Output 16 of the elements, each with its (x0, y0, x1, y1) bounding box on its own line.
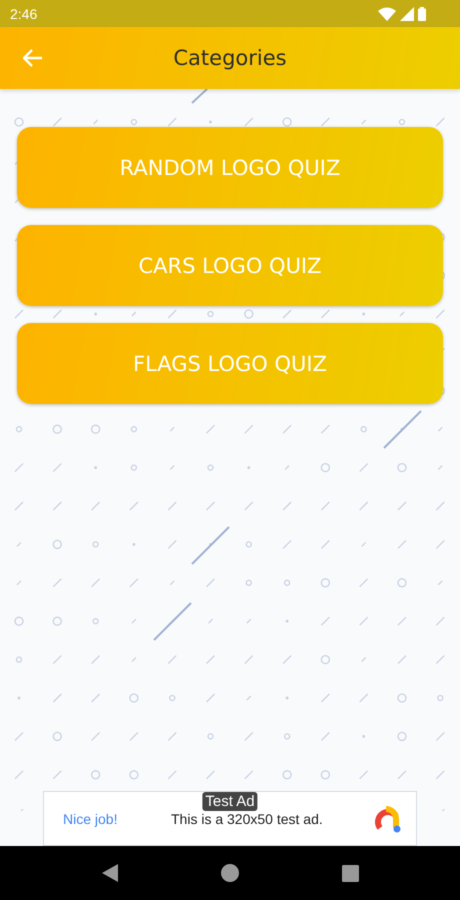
recents-nav-icon[interactable] (342, 864, 358, 882)
status-time: 2:46 (10, 6, 38, 22)
ad-logo-icon (372, 804, 402, 834)
category-button[interactable]: FLAGS LOGO QUIZ (17, 323, 443, 404)
screen-title: Categories (173, 46, 287, 70)
ad-headline[interactable]: Nice job! (63, 811, 171, 827)
home-nav-icon[interactable] (220, 864, 238, 882)
back-nav-icon[interactable] (102, 864, 118, 882)
wifi-icon (378, 6, 396, 20)
back-arrow-icon (23, 49, 43, 67)
category-button[interactable]: RANDOM LOGO QUIZ (17, 127, 443, 208)
category-button[interactable]: CARS LOGO QUIZ (17, 225, 443, 306)
ad-label: Test Ad (202, 792, 258, 811)
signal-icon (400, 6, 414, 20)
ad-text: This is a 320x50 test ad. (171, 811, 324, 827)
battery-icon (418, 6, 426, 20)
